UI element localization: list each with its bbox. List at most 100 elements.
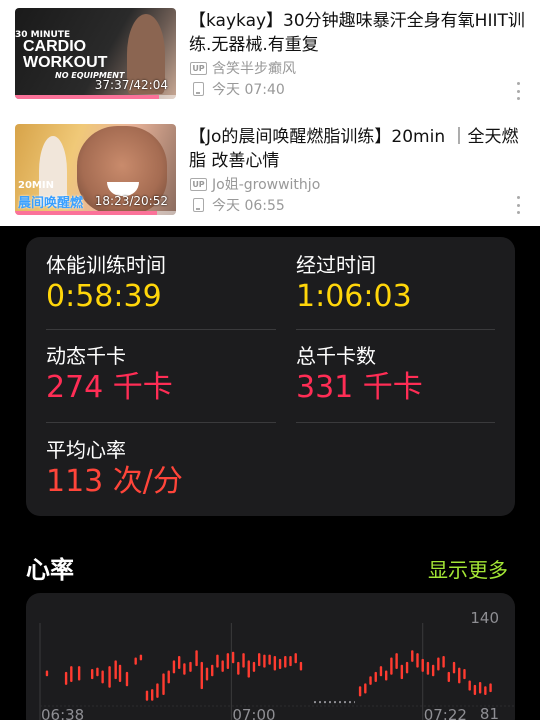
heart-rate-bar <box>45 670 49 677</box>
heart-rate-bar <box>468 680 471 691</box>
heart-rate-bar <box>125 671 129 687</box>
heart-rate-bar <box>268 654 271 665</box>
heart-rate-bar <box>484 686 487 695</box>
uploader-name[interactable]: Jo姐-growwithjo <box>212 174 320 194</box>
up-badge-icon: UP <box>190 61 207 75</box>
more-vertical-icon[interactable] <box>517 196 521 214</box>
heart-rate-bar <box>384 670 388 681</box>
show-more-link[interactable]: 显示更多 <box>428 554 508 583</box>
uploader-name[interactable]: 含笑半步癫风 <box>212 58 296 78</box>
heart-rate-bar <box>172 660 176 674</box>
heart-rate-bar <box>442 656 445 668</box>
heart-rate-bar <box>426 661 430 675</box>
heart-rate-bar <box>257 653 261 667</box>
heart-rate-bar <box>452 661 456 674</box>
heart-rate-bar <box>151 689 154 701</box>
chart-x-tick-label: 07:22 <box>424 706 467 720</box>
heart-rate-bar <box>183 663 186 675</box>
heart-rate-bar <box>167 670 170 684</box>
chart-x-tick-label: 06:38 <box>41 706 84 720</box>
divider <box>296 422 495 423</box>
heart-rate-bar <box>134 657 137 665</box>
workout-time-label: 体能训练时间 <box>46 253 166 277</box>
uploader-row[interactable]: UP Jo姐-growwithjo <box>190 174 320 194</box>
heart-rate-bar <box>108 666 111 688</box>
heart-rate-bar <box>114 660 117 680</box>
heart-rate-bar <box>231 651 235 664</box>
total-kcal-label: 总千卡数 <box>296 344 376 368</box>
active-kcal-value: 274 千卡 <box>46 370 173 405</box>
heart-rate-bar <box>189 661 192 672</box>
heart-rate-bar <box>416 653 419 668</box>
elapsed-time-value: 1:06:03 <box>296 279 412 314</box>
workout-time-metric: 体能训练时间 0:58:39 <box>46 252 166 316</box>
video-duration: 18:23/20:52 <box>94 194 168 208</box>
heart-rate-bar <box>395 653 398 670</box>
active-kcal-label: 动态千卡 <box>46 344 126 368</box>
video-title[interactable]: 【kaykay】30分钟趣味暴汗全身有氧HIIT训练.无器械.有重复 <box>189 9 529 57</box>
heart-rate-bar <box>216 654 219 668</box>
divider <box>296 329 495 330</box>
heart-rate-bar <box>437 657 440 671</box>
thumbnail-text-line1: CARDIO <box>23 38 87 55</box>
chart-y-tick-label: 81 <box>480 705 499 720</box>
heart-rate-bar <box>247 660 250 678</box>
heart-rate-bar <box>226 653 230 670</box>
total-kcal-metric: 总千卡数 331 千卡 <box>296 343 423 407</box>
heart-rate-bar <box>263 654 266 668</box>
avg-heart-rate-metric: 平均心率 113 次/分 <box>46 437 183 501</box>
heart-rate-bar <box>162 673 165 695</box>
heart-rate-bar <box>374 671 377 682</box>
heart-rate-bar <box>278 658 282 670</box>
heart-rate-bar <box>294 653 297 664</box>
heart-rate-bar <box>77 666 81 681</box>
watched-time-row: 今天 07:40 <box>190 79 285 99</box>
chart-x-tick-label: 07:00 <box>232 706 275 720</box>
thumbnail-text-line1: 20MIN <box>18 180 54 191</box>
heart-rate-title: 心率 <box>26 556 74 584</box>
watch-history-list: 30 MINUTE CARDIO WORKOUT NO EQUIPMENT 37… <box>0 0 540 226</box>
heart-rate-chart[interactable]: 140 81 06:38 07:00 07:22 <box>26 593 515 720</box>
more-vertical-icon[interactable] <box>517 82 521 100</box>
elapsed-time-metric: 经过时间 1:06:03 <box>296 252 412 316</box>
thumbnail-text-line2: WORKOUT <box>23 54 108 71</box>
video-title[interactable]: 【Jo的晨间唤醒燃脂训练】20min ｜全天燃脂 改善心情 <box>189 125 529 173</box>
up-badge-icon: UP <box>190 177 207 191</box>
thumbnail-text-line2: 晨间唤醒燃 <box>18 196 84 211</box>
heart-rate-bar <box>200 661 203 690</box>
heart-rate-bar <box>358 686 362 697</box>
heart-rate-bar <box>70 666 73 682</box>
heart-rate-bar <box>90 669 94 680</box>
uploader-row[interactable]: UP 含笑半步癫风 <box>190 58 296 78</box>
heart-rate-bar <box>145 690 149 701</box>
video-thumbnail[interactable]: 20MIN 晨间唤醒燃 18:23/20:52 <box>15 124 176 215</box>
history-item[interactable]: 20MIN 晨间唤醒燃 18:23/20:52 【Jo的晨间唤醒燃脂训练】20m… <box>0 124 540 224</box>
total-kcal-value: 331 千卡 <box>296 370 423 405</box>
heart-rate-bar <box>299 661 303 671</box>
heart-rate-chart-svg: 140 81 06:38 07:00 07:22 <box>39 609 515 720</box>
heart-rate-bar <box>458 667 461 684</box>
heart-rate-bar <box>205 667 209 681</box>
heart-rate-bar <box>284 656 287 668</box>
heart-rate-bar <box>379 666 383 677</box>
heart-rate-bar <box>252 661 256 672</box>
heart-rate-bar <box>463 669 466 680</box>
heart-rate-bar <box>289 656 292 667</box>
video-duration: 37:37/42:04 <box>94 78 168 92</box>
watch-progress-bar <box>15 95 176 99</box>
heart-rate-bar <box>473 684 477 695</box>
history-item[interactable]: 30 MINUTE CARDIO WORKOUT NO EQUIPMENT 37… <box>0 8 540 108</box>
heart-rate-bar <box>177 656 181 670</box>
device-icon <box>193 198 204 212</box>
heart-rate-bar <box>431 664 435 677</box>
divider <box>46 422 276 423</box>
video-thumbnail[interactable]: 30 MINUTE CARDIO WORKOUT NO EQUIPMENT 37… <box>15 8 176 99</box>
workout-summary-card: 体能训练时间 0:58:39 经过时间 1:06:03 动态千卡 274 千卡 … <box>26 237 515 516</box>
heart-rate-bar <box>273 656 277 671</box>
heart-rate-bar <box>242 653 245 668</box>
heart-rate-bar <box>139 654 143 661</box>
heart-rate-bar <box>447 671 451 682</box>
heart-rate-bar <box>101 670 104 684</box>
watch-progress-fill <box>15 211 157 215</box>
chart-y-tick-label: 140 <box>470 609 499 627</box>
